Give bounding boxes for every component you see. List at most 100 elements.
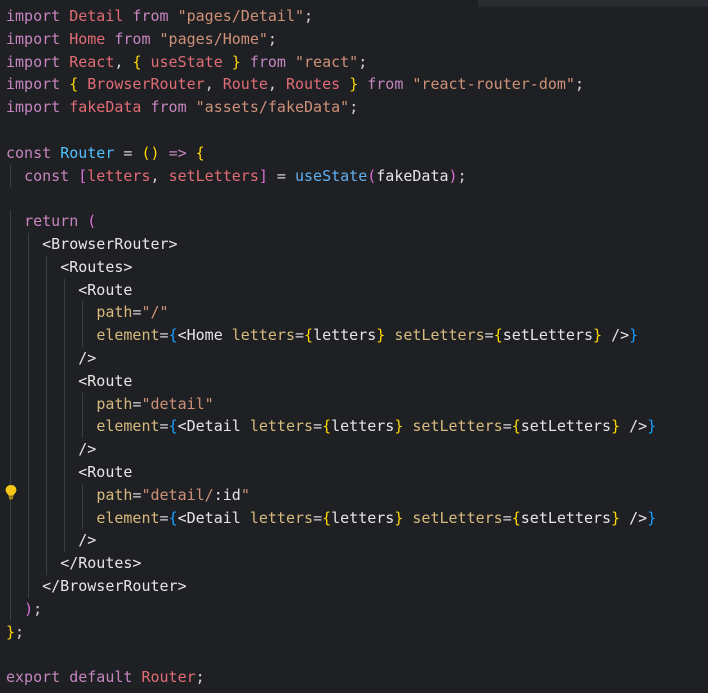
code-line[interactable]: /> <box>6 438 708 461</box>
code-line[interactable] <box>6 643 708 666</box>
code-token: { <box>511 417 521 436</box>
code-line[interactable]: <Route <box>6 278 708 302</box>
code-token: "react" <box>295 52 359 71</box>
code-token: Route <box>222 75 268 94</box>
code-token: fakeData <box>376 166 449 185</box>
code-token: = <box>484 326 494 345</box>
code-token: return <box>24 212 79 231</box>
code-token: ] <box>258 166 268 185</box>
code-line[interactable]: </Routes> <box>6 552 708 575</box>
indent-guide <box>46 324 48 347</box>
code-line[interactable]: import Home from "pages/Home"; <box>6 28 708 51</box>
indent-guide <box>10 255 11 279</box>
code-line[interactable]: path="detail" <box>6 392 708 416</box>
code-token: element <box>96 326 160 345</box>
code-token: <Route <box>78 462 133 481</box>
indent-guide <box>64 460 66 484</box>
code-token: /> <box>620 417 648 436</box>
indent-guide <box>46 460 48 484</box>
code-token: setLetters <box>394 326 485 345</box>
code-token: } <box>629 326 639 345</box>
code-token: /> <box>620 508 648 527</box>
code-token: } <box>593 326 603 345</box>
code-line[interactable]: path="detail/:id" <box>6 483 708 507</box>
code-line[interactable]: </BrowserRouter> <box>6 574 708 598</box>
indent-guide <box>46 438 48 461</box>
code-token: , <box>267 75 286 94</box>
code-token: { <box>322 508 332 527</box>
code-token: useState <box>150 52 223 71</box>
code-line[interactable]: export default Router; <box>6 666 708 689</box>
code-token: ( <box>367 166 377 185</box>
code-line[interactable]: <Route <box>6 369 708 393</box>
code-line[interactable]: }; <box>6 621 708 644</box>
indent-guide <box>46 255 48 279</box>
code-line[interactable] <box>6 119 708 142</box>
indent-guide <box>46 529 48 553</box>
code-line[interactable]: import Detail from "pages/Detail"; <box>6 5 708 28</box>
lightbulb-icon[interactable] <box>4 484 18 500</box>
code-token: ( <box>87 212 97 231</box>
code-line[interactable]: ); <box>6 597 708 621</box>
code-token: ; <box>349 98 359 117</box>
code-line[interactable]: import React, { useState } from "react"; <box>6 51 708 74</box>
indent-guide <box>64 324 66 347</box>
code-token: Router <box>141 668 196 687</box>
code-line[interactable]: path="/" <box>6 301 708 325</box>
code-token: </BrowserRouter> <box>42 576 187 595</box>
code-line[interactable]: import { BrowserRouter, Route, Routes } … <box>6 73 708 96</box>
code-line[interactable]: import fakeData from "assets/fakeData"; <box>6 96 708 119</box>
code-token: "assets/fakeData" <box>195 98 350 117</box>
indent-guide <box>82 483 84 507</box>
code-token: letters <box>231 326 295 345</box>
code-line[interactable]: const [letters, setLetters] = useState(f… <box>6 164 708 188</box>
code-token: ; <box>15 622 25 641</box>
code-line[interactable]: element={<Home letters={letters} setLett… <box>6 324 708 347</box>
code-line[interactable]: <Route <box>6 460 708 484</box>
code-token: { <box>168 326 178 345</box>
code-token: ; <box>457 166 467 185</box>
code-token: setLetters <box>520 508 612 527</box>
code-line[interactable]: <Routes> <box>6 255 708 279</box>
code-token: = <box>159 417 169 436</box>
indent-guide <box>28 506 30 530</box>
code-editor[interactable]: import Detail from "pages/Detail"; import… <box>0 0 708 693</box>
indent-guide <box>46 506 48 530</box>
code-token: } <box>349 75 359 94</box>
code-token: ; <box>574 75 584 94</box>
indent-guide <box>64 438 66 461</box>
code-token: = <box>267 166 295 185</box>
code-token: } <box>611 508 621 527</box>
indent-guide <box>64 529 66 553</box>
code-line[interactable]: element={<Detail letters={letters} setLe… <box>6 506 708 530</box>
code-token: React <box>69 52 115 71</box>
code-token: useState <box>295 166 368 185</box>
indent-guide <box>10 415 11 439</box>
code-lines[interactable]: import Detail from "pages/Detail"; import… <box>6 5 708 689</box>
code-line[interactable]: return ( <box>6 210 708 233</box>
code-token: "detail" <box>141 394 214 413</box>
code-line[interactable] <box>6 187 708 210</box>
code-token: <Detail <box>177 417 241 436</box>
code-line[interactable]: const Router = () => { <box>6 142 708 165</box>
code-token: letters <box>331 508 395 527</box>
indent-guide <box>10 552 11 575</box>
code-token: :id <box>213 485 241 504</box>
code-line[interactable]: /> <box>6 346 708 370</box>
indent-guide <box>82 301 84 325</box>
code-line[interactable]: /> <box>6 529 708 553</box>
code-line[interactable]: <BrowserRouter> <box>6 232 708 256</box>
code-line[interactable]: element={<Detail letters={letters} setLe… <box>6 415 708 439</box>
